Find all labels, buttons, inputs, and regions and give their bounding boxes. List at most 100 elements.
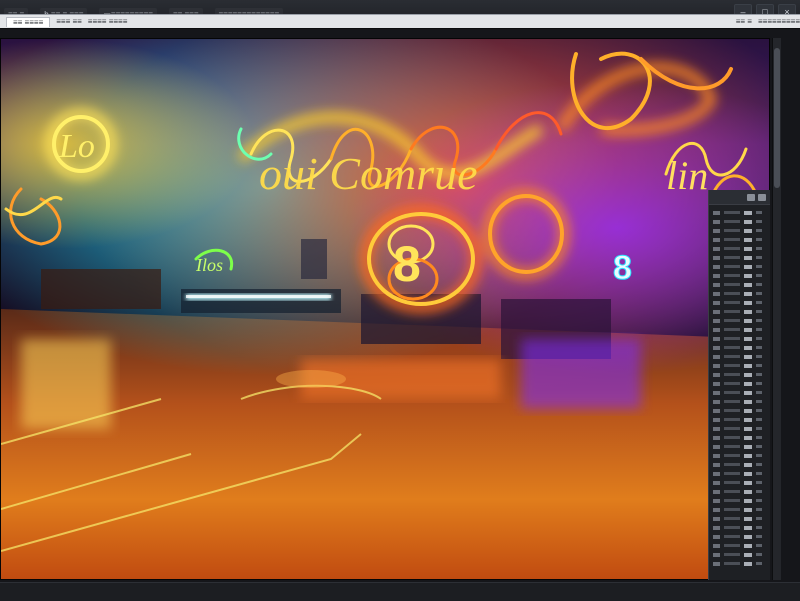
layer-row[interactable]: [713, 496, 766, 505]
layer-row-cell: [756, 454, 762, 457]
layer-row-cell: [713, 525, 720, 530]
layer-row-cell: [744, 282, 752, 287]
layer-row[interactable]: [713, 487, 766, 496]
layer-row[interactable]: [713, 478, 766, 487]
layer-row-cell: [756, 382, 762, 385]
panel-collapse-icon[interactable]: [758, 193, 766, 201]
layer-row-cell: [724, 499, 740, 502]
layer-row-cell: [744, 471, 752, 476]
layer-row-cell: [744, 453, 752, 458]
layer-row[interactable]: [713, 352, 766, 361]
layer-row[interactable]: [713, 460, 766, 469]
cyan-light-core: [186, 295, 331, 298]
layer-row-cell: [724, 472, 740, 475]
layer-row[interactable]: [713, 280, 766, 289]
layer-row[interactable]: [713, 559, 766, 568]
layer-row[interactable]: [713, 433, 766, 442]
panel-menu-icon[interactable]: [747, 193, 755, 201]
layer-row[interactable]: [713, 415, 766, 424]
layer-row[interactable]: [713, 541, 766, 550]
layer-row-cell: [713, 309, 720, 314]
layer-row[interactable]: [713, 532, 766, 541]
layer-row-cell: [713, 543, 720, 548]
layer-row-cell: [713, 561, 720, 566]
tab-2[interactable]: ≡≡≡ ≡≡: [56, 17, 82, 26]
layer-row-cell: [724, 535, 740, 538]
layer-row-cell: [756, 238, 762, 241]
layer-row-cell: [756, 553, 762, 556]
menu-item-6[interactable]: ≡≡ ≡: [736, 17, 752, 26]
layer-row[interactable]: [713, 244, 766, 253]
layer-row[interactable]: [713, 289, 766, 298]
layer-row-cell: [713, 498, 720, 503]
layer-row-cell: [744, 264, 752, 269]
scrollbar-thumb[interactable]: [774, 48, 780, 188]
layer-row[interactable]: [713, 442, 766, 451]
layer-row-cell: [756, 409, 762, 412]
layers-panel[interactable]: [708, 190, 770, 580]
layer-row[interactable]: [713, 370, 766, 379]
layer-row[interactable]: [713, 523, 766, 532]
layer-row[interactable]: [713, 514, 766, 523]
layer-row-cell: [744, 390, 752, 395]
layer-row-cell: [756, 418, 762, 421]
layer-row-cell: [744, 480, 752, 485]
layer-row-cell: [724, 319, 740, 322]
layer-row-cell: [713, 246, 720, 251]
image-viewport[interactable]: Lo oui Comrue lin 8 8 Ilos: [0, 38, 770, 580]
menu-item-7[interactable]: ≡≡≡≡≡≡≡≡≡: [758, 17, 800, 26]
layer-row[interactable]: [713, 316, 766, 325]
layer-row[interactable]: [713, 334, 766, 343]
layer-row[interactable]: [713, 262, 766, 271]
layer-row[interactable]: [713, 325, 766, 334]
layer-row-cell: [724, 256, 740, 259]
layer-row-cell: [713, 480, 720, 485]
layer-row[interactable]: [713, 379, 766, 388]
layer-row[interactable]: [713, 469, 766, 478]
layer-row-cell: [724, 292, 740, 295]
layer-row-cell: [724, 427, 740, 430]
layer-row-cell: [756, 499, 762, 502]
layer-row[interactable]: [713, 505, 766, 514]
layer-row-cell: [713, 363, 720, 368]
layer-row-cell: [756, 328, 762, 331]
layer-row[interactable]: [713, 550, 766, 559]
layer-row[interactable]: [713, 451, 766, 460]
tab-3[interactable]: ≡≡≡≡ ≡≡≡≡: [88, 17, 128, 26]
layer-row-cell: [744, 291, 752, 296]
layer-row[interactable]: [713, 298, 766, 307]
layer-row-cell: [756, 364, 762, 367]
layer-row-cell: [713, 444, 720, 449]
layer-row-cell: [713, 408, 720, 413]
layer-row-cell: [744, 516, 752, 521]
layer-row-cell: [756, 220, 762, 223]
layer-row[interactable]: [713, 343, 766, 352]
small-neon-sign: Ilos: [195, 255, 223, 275]
layer-row[interactable]: [713, 217, 766, 226]
vertical-scrollbar[interactable]: [772, 38, 781, 580]
floor-spot: [276, 370, 346, 388]
layer-row[interactable]: [713, 271, 766, 280]
layer-row[interactable]: [713, 361, 766, 370]
layers-panel-header: [709, 190, 770, 205]
layer-row[interactable]: [713, 208, 766, 217]
layer-row-cell: [713, 489, 720, 494]
layer-row[interactable]: [713, 226, 766, 235]
layer-row[interactable]: [713, 406, 766, 415]
layer-row-cell: [713, 219, 720, 224]
layer-row-cell: [744, 228, 752, 233]
layer-row-cell: [744, 534, 752, 539]
layer-row[interactable]: [713, 235, 766, 244]
tab-1[interactable]: ≡≡ ≡≡≡≡: [6, 16, 51, 27]
layer-row[interactable]: [713, 307, 766, 316]
layer-row[interactable]: [713, 388, 766, 397]
layer-row[interactable]: [713, 253, 766, 262]
layer-row-cell: [744, 273, 752, 278]
layer-row-cell: [756, 256, 762, 259]
layer-row[interactable]: [713, 424, 766, 433]
layer-row[interactable]: [713, 397, 766, 406]
layer-row-cell: [713, 291, 720, 296]
layer-row-cell: [744, 210, 752, 215]
layer-row-cell: [744, 417, 752, 422]
layer-row-cell: [756, 517, 762, 520]
